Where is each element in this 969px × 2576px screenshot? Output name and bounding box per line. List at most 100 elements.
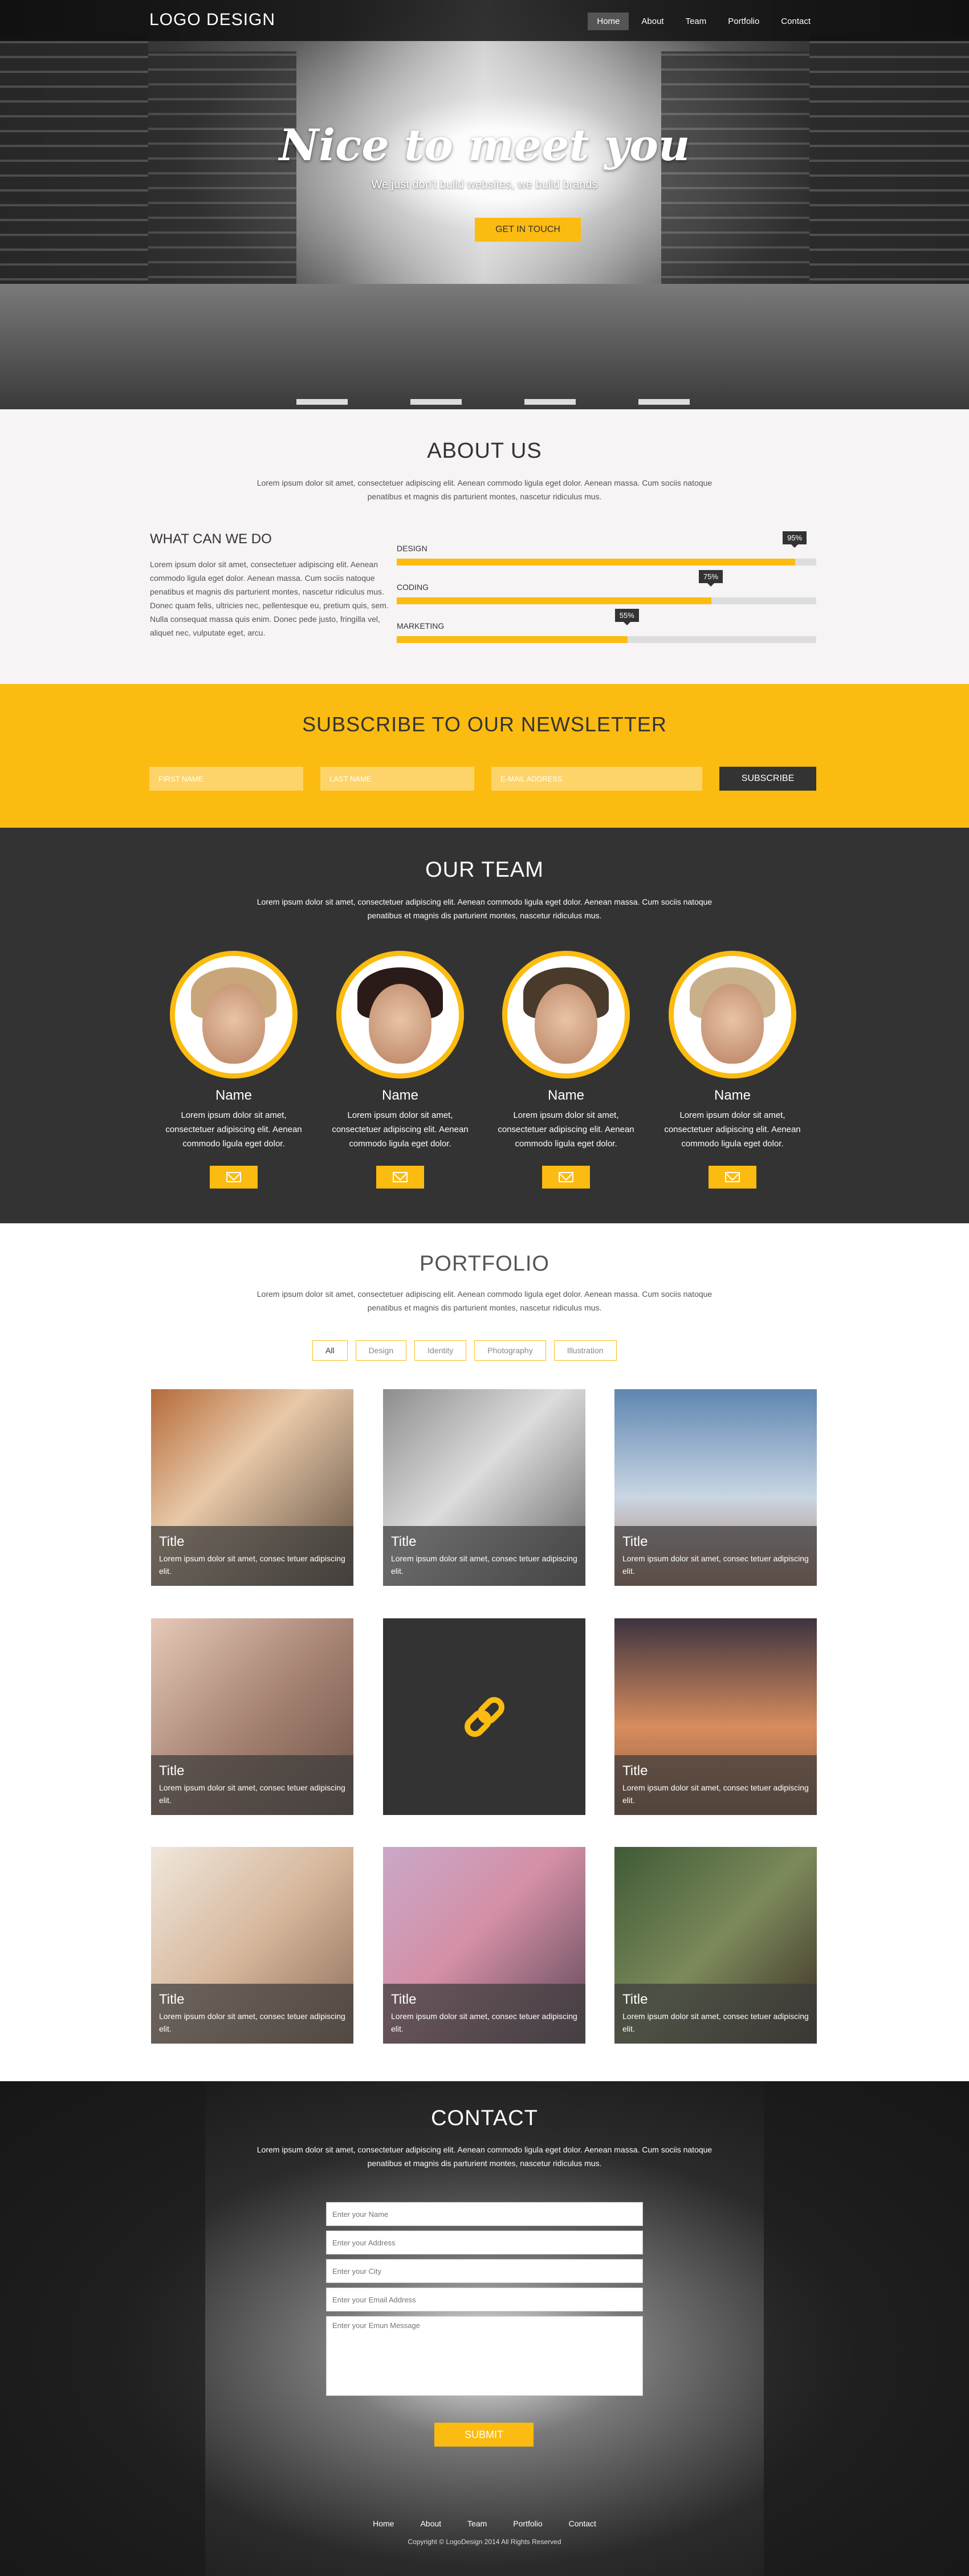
filter-all[interactable]: All xyxy=(312,1340,348,1361)
portfolio-tile-boxing-couple-photo[interactable]: Title Lorem ipsum dolor sit amet, consec … xyxy=(151,1847,353,2044)
portfolio-title: PORTFOLIO xyxy=(420,1252,549,1276)
filter-identity[interactable]: Identity xyxy=(414,1340,467,1361)
tile-caption: Title Lorem ipsum dolor sit amet, consec … xyxy=(614,1755,817,1815)
tile-caption: Title Lorem ipsum dolor sit amet, consec … xyxy=(614,1526,817,1586)
portfolio-tile-sunset-tree-photo[interactable]: Title Lorem ipsum dolor sit amet, consec … xyxy=(614,1618,817,1815)
logo[interactable]: LOGO DESIGN xyxy=(149,10,275,30)
avatar-face xyxy=(369,984,431,1064)
footer-link-about[interactable]: About xyxy=(420,2519,441,2528)
avatar-face xyxy=(202,984,265,1064)
portfolio-tile-turntable-photo[interactable]: Title Lorem ipsum dolor sit amet, consec … xyxy=(151,1389,353,1586)
about-title: ABOUT US xyxy=(427,439,542,463)
skill-track xyxy=(397,636,816,643)
tile-caption: Title Lorem ipsum dolor sit amet, consec … xyxy=(383,1526,585,1586)
tile-description: Lorem ipsum dolor sit amet, consec tetue… xyxy=(159,1783,345,1805)
skill-label: CODING xyxy=(397,583,429,592)
skill-percent-tooltip: 55% xyxy=(614,609,639,625)
city-input[interactable] xyxy=(326,2259,643,2283)
footer-link-home[interactable]: Home xyxy=(373,2519,394,2528)
contact-lead: Lorem ipsum dolor sit amet, consectetuer… xyxy=(256,2145,712,2168)
tile-title: Title xyxy=(159,1534,185,1549)
footer-link-team[interactable]: Team xyxy=(467,2519,487,2528)
envelope-icon xyxy=(226,1172,241,1182)
skill-track xyxy=(397,559,816,565)
avatar xyxy=(170,951,298,1079)
subscribe-button[interactable]: SUBSCRIBE xyxy=(719,767,816,791)
nav-item-home[interactable]: Home xyxy=(588,13,629,30)
member-name: Name xyxy=(215,1088,253,1103)
avatar xyxy=(502,951,630,1079)
filter-design[interactable]: Design xyxy=(355,1340,407,1361)
portfolio-tile-splash-face-photo[interactable]: Title Lorem ipsum dolor sit amet, consec … xyxy=(383,1389,585,1586)
hero-building-right xyxy=(809,34,969,308)
hero-building-left xyxy=(0,34,148,308)
what-can-we-do-title: WHAT CAN WE DO xyxy=(150,531,272,547)
nav-item-team[interactable]: Team xyxy=(677,13,716,30)
filter-illustration[interactable]: Illustration xyxy=(553,1340,617,1361)
email-member-button[interactable] xyxy=(210,1166,258,1189)
address-input[interactable] xyxy=(326,2231,643,2254)
envelope-icon xyxy=(393,1172,408,1182)
skill-fill xyxy=(397,636,628,643)
newsletter-title: SUBSCRIBE TO OUR NEWSLETTER xyxy=(302,713,667,736)
contact-title: CONTACT xyxy=(431,2106,538,2130)
get-in-touch-button[interactable]: GET IN TOUCH xyxy=(475,218,581,242)
member-name: Name xyxy=(714,1088,751,1103)
team-section: OUR TEAM Lorem ipsum dolor sit amet, con… xyxy=(0,828,969,1223)
tile-description: Lorem ipsum dolor sit amet, consec tetue… xyxy=(159,2012,345,2033)
footer-link-portfolio[interactable]: Portfolio xyxy=(513,2519,542,2528)
footer-link-contact[interactable]: Contact xyxy=(569,2519,596,2528)
tile-title: Title xyxy=(622,1992,648,2007)
tile-title: Title xyxy=(622,1534,648,1549)
tile-description: Lorem ipsum dolor sit amet, consec tetue… xyxy=(622,1554,809,1576)
avatar xyxy=(669,951,796,1079)
skill-track xyxy=(397,597,816,604)
email-member-button[interactable] xyxy=(542,1166,590,1189)
link-icon xyxy=(464,1696,504,1737)
nav-item-contact[interactable]: Contact xyxy=(772,13,820,30)
team-lead: Lorem ipsum dolor sit amet, consectetuer… xyxy=(256,897,712,920)
portfolio-tile-funny-glasses-photo[interactable]: Title Lorem ipsum dolor sit amet, consec … xyxy=(614,1847,817,2044)
footer-nav: Home About Team Portfolio Contact xyxy=(0,2519,969,2528)
tile-title: Title xyxy=(159,1992,185,2007)
team-member-card: Name Lorem ipsum dolor sit amet, consect… xyxy=(495,951,637,1189)
member-name: Name xyxy=(381,1088,419,1103)
newsletter-section: SUBSCRIBE TO OUR NEWSLETTER SUBSCRIBE xyxy=(0,684,969,828)
email-input[interactable] xyxy=(491,767,702,791)
email-input[interactable] xyxy=(326,2288,643,2312)
skill-percent-tooltip: 75% xyxy=(699,570,723,587)
top-navbar: LOGO DESIGN Home About Team Portfolio Co… xyxy=(0,0,969,41)
portfolio-tile-link[interactable] xyxy=(383,1618,585,1815)
member-description: Lorem ipsum dolor sit amet, consectetuer… xyxy=(165,1110,302,1149)
nav-item-about[interactable]: About xyxy=(632,13,673,30)
main-menu: Home About Team Portfolio Contact xyxy=(588,13,820,30)
contact-building-right xyxy=(764,2081,969,2576)
email-member-button[interactable] xyxy=(709,1166,756,1189)
tile-caption: Title Lorem ipsum dolor sit amet, consec … xyxy=(614,1984,817,2044)
nav-item-portfolio[interactable]: Portfolio xyxy=(719,13,768,30)
what-can-we-do-text: Lorem ipsum dolor sit amet, consectetuer… xyxy=(150,560,389,637)
name-input[interactable] xyxy=(326,2202,643,2226)
avatar-face xyxy=(535,984,597,1064)
tile-caption: Title Lorem ipsum dolor sit amet, consec … xyxy=(383,1984,585,2044)
tile-caption: Title Lorem ipsum dolor sit amet, consec … xyxy=(151,1755,353,1815)
portfolio-tile-microphone-photo[interactable]: Title Lorem ipsum dolor sit amet, consec … xyxy=(151,1618,353,1815)
copyright: Copyright © LogoDesign 2014 All Rights R… xyxy=(408,2538,561,2546)
tile-description: Lorem ipsum dolor sit amet, consec tetue… xyxy=(622,2012,809,2033)
email-member-button[interactable] xyxy=(376,1166,424,1189)
tile-caption: Title Lorem ipsum dolor sit amet, consec … xyxy=(151,1984,353,2044)
envelope-icon xyxy=(725,1172,740,1182)
member-description: Lorem ipsum dolor sit amet, consectetuer… xyxy=(498,1110,634,1149)
team-member-card: Name Lorem ipsum dolor sit amet, consect… xyxy=(661,951,804,1189)
portfolio-tile-bicycle-photo[interactable]: Title Lorem ipsum dolor sit amet, consec … xyxy=(614,1389,817,1586)
about-lead: Lorem ipsum dolor sit amet, consectetuer… xyxy=(256,478,712,501)
skill-percent-tooltip: 95% xyxy=(783,531,807,548)
first-name-input[interactable] xyxy=(149,767,303,791)
message-textarea[interactable] xyxy=(326,2316,643,2396)
portfolio-tile-rusty-truck-photo[interactable]: Title Lorem ipsum dolor sit amet, consec … xyxy=(383,1847,585,2044)
tile-description: Lorem ipsum dolor sit amet, consec tetue… xyxy=(391,2012,577,2033)
filter-photography[interactable]: Photography xyxy=(474,1340,546,1361)
last-name-input[interactable] xyxy=(320,767,474,791)
contact-building-left xyxy=(0,2081,205,2576)
submit-button[interactable]: SUBMIT xyxy=(434,2423,534,2447)
